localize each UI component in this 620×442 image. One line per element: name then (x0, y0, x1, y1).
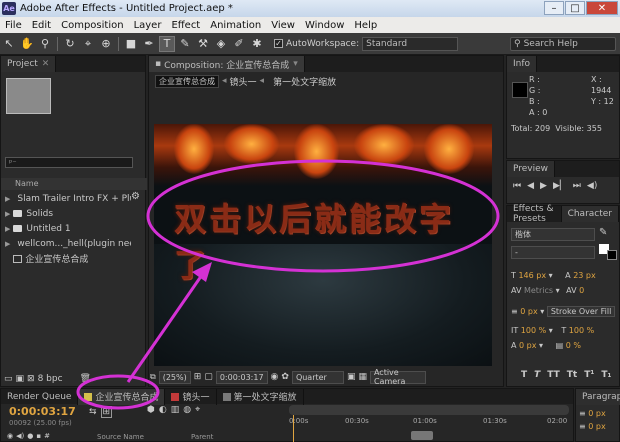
annotation-ellipse-text (146, 159, 500, 273)
annotation-overlay (76, 159, 500, 410)
annotation-ellipse-tab (76, 374, 160, 410)
annotation-arrow-line (126, 271, 206, 383)
annotation-arrow-head-icon (192, 262, 212, 282)
